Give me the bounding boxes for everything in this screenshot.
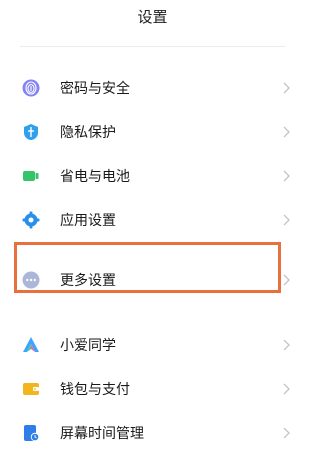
- settings-item-app-settings[interactable]: 应用设置: [0, 198, 305, 242]
- chevron-right-icon: [283, 170, 290, 182]
- privacy-shield-icon: [22, 123, 40, 141]
- chevron-right-icon: [283, 339, 290, 351]
- settings-group-security: 密码与安全 隐私保护 省电与电池 应用设置 更多设置: [0, 66, 305, 304]
- battery-icon: [22, 167, 40, 185]
- settings-item-password-security[interactable]: 密码与安全: [0, 66, 305, 110]
- chevron-right-icon: [283, 427, 290, 439]
- chevron-right-icon: [283, 383, 290, 395]
- fingerprint-icon: [22, 79, 40, 97]
- header-divider: [20, 46, 285, 47]
- screen-time-icon: [22, 424, 40, 442]
- settings-group-services: 小爱同学 钱包与支付 屏幕时间管理: [0, 323, 305, 450]
- app-settings-gear-icon: [22, 211, 40, 229]
- settings-item-battery[interactable]: 省电与电池: [0, 154, 305, 198]
- settings-item-privacy[interactable]: 隐私保护: [0, 110, 305, 154]
- chevron-right-icon: [283, 126, 290, 138]
- settings-item-xiaoai[interactable]: 小爱同学: [0, 323, 305, 367]
- settings-item-label: 钱包与支付: [60, 382, 130, 398]
- settings-item-label: 小爱同学: [60, 338, 116, 354]
- settings-item-label: 屏幕时间管理: [60, 426, 144, 442]
- settings-item-label: 省电与电池: [60, 169, 130, 185]
- page-title: 设置: [137, 8, 168, 26]
- chevron-right-icon: [283, 82, 290, 94]
- settings-item-label: 隐私保护: [60, 125, 116, 141]
- settings-page: 设置 密码与安全 隐私保护 省电与电池 应用设置 更多设置 小爱同学 钱包与支付…: [0, 0, 305, 450]
- settings-item-label: 应用设置: [60, 213, 116, 229]
- settings-item-wallet[interactable]: 钱包与支付: [0, 367, 305, 411]
- settings-item-more-settings[interactable]: 更多设置: [0, 256, 305, 304]
- xiaoai-assistant-icon: [22, 336, 40, 354]
- settings-item-label: 密码与安全: [60, 81, 130, 97]
- chevron-right-icon: [283, 214, 290, 226]
- wallet-icon: [22, 380, 40, 398]
- chevron-right-icon: [283, 274, 290, 286]
- more-dots-icon: [22, 271, 40, 289]
- settings-item-label: 更多设置: [60, 273, 116, 289]
- settings-item-screen-time[interactable]: 屏幕时间管理: [0, 411, 305, 450]
